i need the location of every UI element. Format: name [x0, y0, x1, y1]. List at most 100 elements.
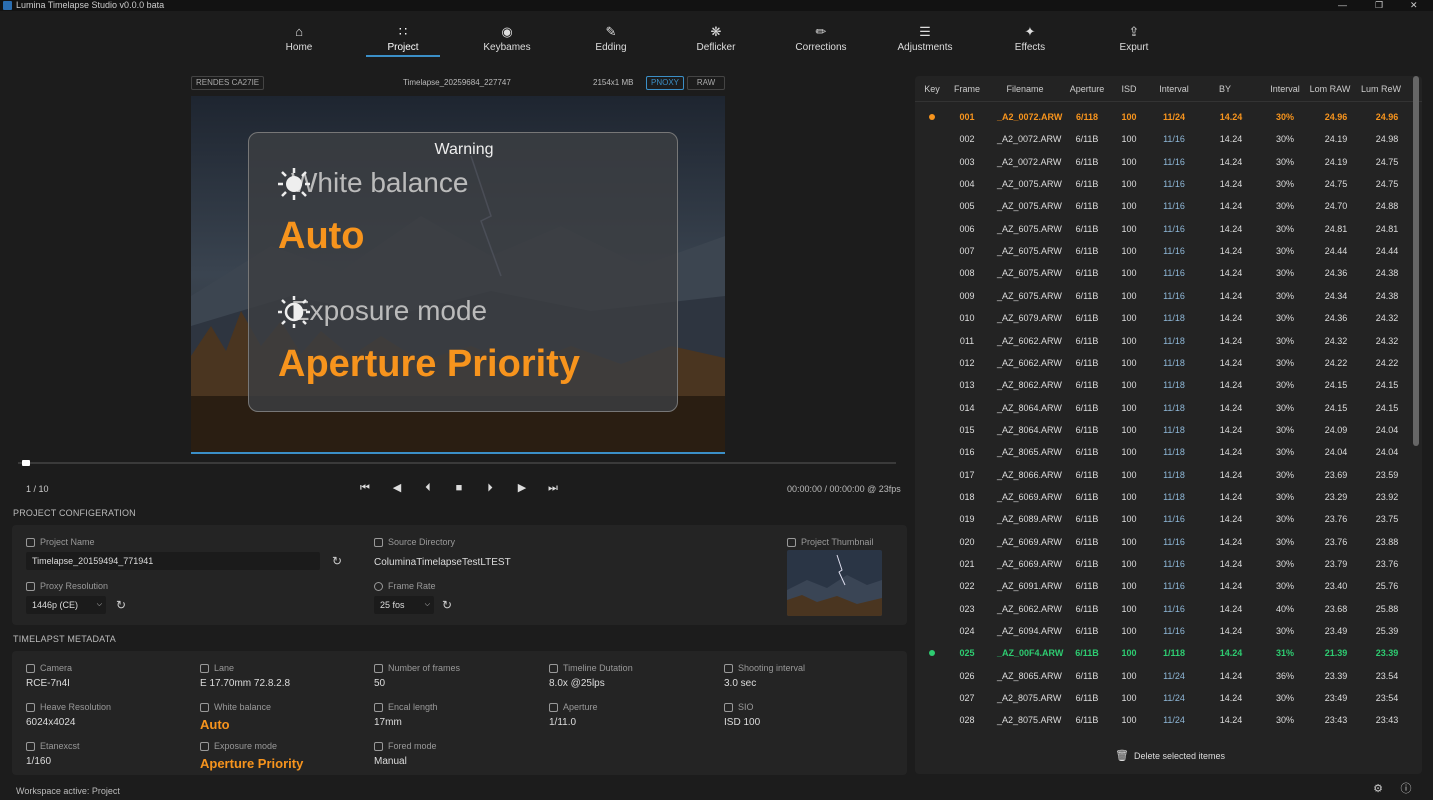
timeline-scrubber[interactable]: [18, 462, 896, 464]
cell-rew: 24.98: [1375, 134, 1399, 145]
table-row[interactable]: 010 _AZ_6079.ARW 6/11B 100 11/18 14.24 30% 24.3…: [915, 307, 1410, 329]
table-row[interactable]: 008 _AZ_6075.ARW 6/11B 100 11/16 14.24 30% 24.3…: [915, 262, 1410, 284]
cell-ap: 6/11B: [1075, 469, 1099, 480]
table-scrollbar[interactable]: [1413, 76, 1419, 446]
raw-toggle[interactable]: RAW: [687, 76, 725, 90]
settings-icon[interactable]: ⚙: [1372, 783, 1384, 795]
keyframe-dot-icon[interactable]: [929, 650, 935, 657]
tab-deflicker[interactable]: ❋ Deflicker: [671, 25, 761, 54]
proxy-toggle[interactable]: PNOXY: [646, 76, 685, 90]
tab-keybames[interactable]: ◉ Keybames: [462, 25, 552, 54]
expmode-value: Aperture Priority: [200, 756, 304, 771]
cell-pct: 30%: [1275, 402, 1294, 413]
frame-rate-select[interactable]: 25 fos ⌵: [374, 596, 434, 614]
cell-pct: 30%: [1275, 693, 1294, 704]
table-row[interactable]: 015 _AZ_8064.ARW 6/11B 100 11/18 14.24 30% 24.0…: [915, 419, 1410, 441]
table-row[interactable]: 001 _A2_0072.ARW 6/118 100 11/24 14.24 30% 24.9…: [915, 106, 1410, 128]
table-row[interactable]: 014 _AZ_8064.ARW 6/11B 100 11/18 14.24 30% 24.1…: [915, 397, 1410, 419]
skip-start-button[interactable]: ⏮: [357, 482, 373, 494]
table-row[interactable]: 005 _AZ_0075.ARW 6/11B 100 11/16 14.24 30% 24.7…: [915, 195, 1410, 217]
keyframe-dot-icon[interactable]: [929, 114, 935, 120]
col-header[interactable]: Interval: [1153, 84, 1195, 94]
cell-iso: 100: [1121, 536, 1137, 547]
refresh-name-icon[interactable]: ↻: [332, 555, 344, 567]
table-row[interactable]: 011 _AZ_6062.ARW 6/11B 100 11/18 14.24 30% 24.3…: [915, 330, 1410, 352]
tab-expurt[interactable]: ⇪ Expurt: [1089, 25, 1179, 54]
step-back-button[interactable]: ⏴: [420, 482, 436, 494]
exposure-value: 1/160: [26, 756, 52, 767]
project-name-input[interactable]: Timelapse_20159494_771941: [26, 552, 320, 570]
col-header[interactable]: BY: [1211, 84, 1239, 94]
table-row[interactable]: 012 _AZ_6062.ARW 6/11B 100 11/18 14.24 30% 24.2…: [915, 352, 1410, 374]
table-row[interactable]: 016 _AZ_8065.ARW 6/11B 100 11/18 14.24 30% 24.0…: [915, 441, 1410, 463]
cell-raw: 23.68: [1324, 603, 1348, 614]
tab-adjustments[interactable]: ☰ Adjustments: [880, 25, 970, 54]
col-header[interactable]: Aperture: [1065, 84, 1109, 94]
cell-ap: 6/11B: [1075, 156, 1099, 167]
cell-pct: 31%: [1275, 648, 1294, 659]
restore-icon[interactable]: ❐: [1375, 0, 1383, 11]
cell-by: 14.24: [1219, 424, 1243, 435]
cell-by: 14.24: [1219, 179, 1243, 190]
col-header[interactable]: Interval: [1265, 84, 1305, 94]
cell-by: 14.24: [1219, 603, 1243, 614]
table-row[interactable]: 018 _AZ_6069.ARW 6/11B 100 11/18 14.24 30% 23.2…: [915, 486, 1410, 508]
delete-selected-button[interactable]: 🗑 Delete selected itemes: [1115, 749, 1225, 762]
refresh-proxy-icon[interactable]: ↻: [116, 599, 128, 611]
table-row[interactable]: 009 _AZ_6075.ARW 6/11B 100 11/16 14.24 30% 24.3…: [915, 285, 1410, 307]
table-row[interactable]: 021 _AZ_6069.ARW 6/11B 100 11/16 14.24 30% 23.7…: [915, 553, 1410, 575]
table-row[interactable]: 022 _AZ_6091.ARW 6/11B 100 11/16 14.24 30% 23.4…: [915, 575, 1410, 597]
tab-project[interactable]: ∷ Project: [358, 25, 448, 54]
minimize-icon[interactable]: —: [1338, 0, 1347, 11]
cell-rew: 24.96: [1375, 112, 1399, 122]
table-row[interactable]: 013 _AZ_8062.ARW 6/11B 100 11/18 14.24 30% 24.1…: [915, 374, 1410, 396]
cell-iso: 100: [1121, 670, 1137, 681]
cell-raw: 23.40: [1324, 581, 1348, 592]
col-header[interactable]: Lom RAW: [1307, 84, 1353, 94]
play-button[interactable]: ▶: [514, 482, 530, 494]
proxy-res-select[interactable]: 1446p (CE) ⌵: [26, 596, 106, 614]
tab-effects[interactable]: ✦ Effects: [985, 25, 1075, 54]
col-header[interactable]: Lum ReW: [1359, 84, 1403, 94]
cell-ap: 6/11B: [1075, 402, 1099, 413]
step-forward-button[interactable]: ⏵: [482, 482, 498, 494]
table-row[interactable]: 003 _A2_0072.ARW 6/11B 100 11/16 14.24 30% 24.1…: [915, 151, 1410, 173]
scrubber-handle[interactable]: [21, 460, 30, 466]
table-row[interactable]: 002 _A2_0072.ARW 6/11B 100 11/16 14.24 30% 24.1…: [915, 128, 1410, 150]
source-dir-value[interactable]: ColuminaTimelapseTestLTEST: [374, 557, 511, 568]
cell-by: 14.24: [1219, 447, 1243, 458]
info-icon[interactable]: ⓘ: [1400, 783, 1412, 795]
close-icon[interactable]: ✕: [1410, 0, 1418, 11]
table-row[interactable]: 023 _AZ_6062.ARW 6/11B 100 11/16 14.24 40% 23.6…: [915, 598, 1410, 620]
stop-button[interactable]: ■: [451, 482, 467, 494]
image-viewer[interactable]: Warning White balance Auto Exposure mode…: [191, 96, 725, 454]
table-row[interactable]: 004 _AZ_0075.ARW 6/11B 100 11/16 14.24 30% 24.7…: [915, 173, 1410, 195]
table-row[interactable]: 020 _AZ_6069.ARW 6/11B 100 11/16 14.24 30% 23.7…: [915, 531, 1410, 553]
tab-home[interactable]: ⌂ Home: [254, 25, 344, 54]
table-row[interactable]: 019 _AZ_6089.ARW 6/11B 100 11/16 14.24 30% 23.7…: [915, 508, 1410, 530]
col-header[interactable]: Filename: [997, 84, 1053, 94]
table-row[interactable]: 028 _A2_8075.ARW 6/11B 100 11/24 14.24 30% 23:4…: [915, 709, 1410, 731]
table-row[interactable]: 006 _AZ_6075.ARW 6/11B 100 11/16 14.24 30% 24.8…: [915, 218, 1410, 240]
table-row[interactable]: 024 _AZ_6094.ARW 6/11B 100 11/16 14.24 30% 23.4…: [915, 620, 1410, 642]
skip-end-button[interactable]: ⏭: [545, 482, 561, 494]
col-header[interactable]: ISD: [1119, 84, 1139, 94]
cell-rew: 24.81: [1375, 223, 1399, 234]
project-thumbnail[interactable]: [787, 550, 882, 616]
table-row[interactable]: 025 _AZ_00F4.ARW 6/11B 100 1/118 14.24 31% 21.3…: [915, 642, 1410, 664]
cell-by: 14.24: [1219, 536, 1243, 547]
prev-frame-button[interactable]: ◀: [389, 482, 405, 494]
table-row[interactable]: 026 _AZ_8065.ARW 6/11B 100 11/24 14.24 36% 23.3…: [915, 665, 1410, 687]
cell-by: 14.24: [1219, 201, 1243, 212]
table-row[interactable]: 007 _AZ_6075.ARW 6/11B 100 11/16 14.24 30% 24.4…: [915, 240, 1410, 262]
table-row[interactable]: 027 _A2_8075.ARW 6/11B 100 11/24 14.24 30% 23:4…: [915, 687, 1410, 709]
tab-edding[interactable]: ✎ Edding: [566, 25, 656, 54]
col-header[interactable]: Key: [921, 84, 943, 94]
cell-file: _AZ_6075.ARW: [997, 223, 1062, 234]
source-dir-label: Source Directory: [374, 537, 455, 547]
table-row[interactable]: 017 _AZ_8066.ARW 6/11B 100 11/18 14.24 30% 23.6…: [915, 464, 1410, 486]
col-header[interactable]: Frame: [953, 84, 981, 94]
interval-value: 3.0 sec: [724, 678, 757, 689]
refresh-fps-icon[interactable]: ↻: [442, 599, 454, 611]
tab-corrections[interactable]: ✏ Corrections: [776, 25, 866, 54]
